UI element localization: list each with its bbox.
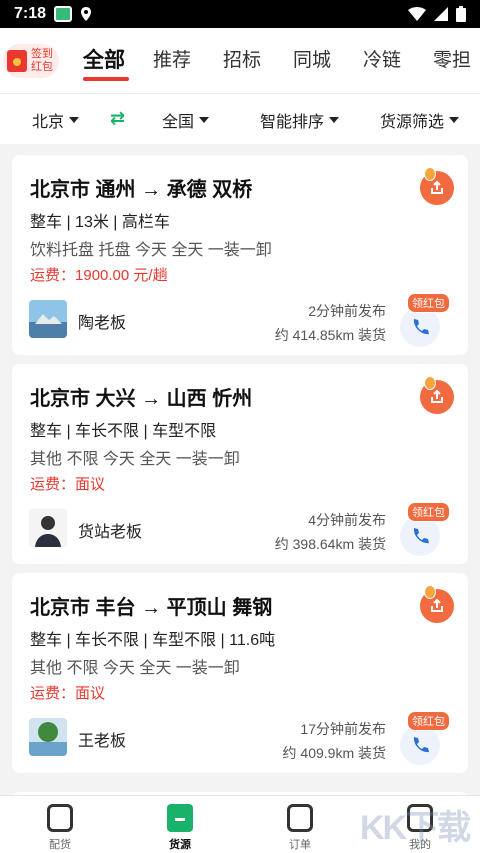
- destination-filter[interactable]: 全国: [162, 108, 210, 132]
- chevron-down-icon: [329, 117, 340, 123]
- route-title: 北京市 通州 → 承德 双桥: [30, 179, 253, 201]
- signin-redpacket-button[interactable]: 签到红包: [3, 43, 59, 78]
- chevron-down-icon: [449, 117, 460, 123]
- cargo-card[interactable]: 北京市 通州 → 承德 双桥 整车 | 13米 | 高栏车 饮料托盘 托盘 今天…: [12, 155, 468, 355]
- route-title: 北京市 丰台 → 平顶山 舞钢: [30, 597, 273, 619]
- chevron-down-icon: [199, 117, 210, 123]
- owner-name: 陶老板: [78, 315, 127, 332]
- owner-name: 货站老板: [78, 524, 143, 541]
- avatar: [29, 718, 67, 756]
- sort-label: 智能排序: [260, 114, 325, 131]
- tab-same-city[interactable]: 同城: [293, 41, 363, 81]
- share-icon[interactable]: [420, 585, 454, 623]
- order-icon: [287, 804, 313, 832]
- tab-ltl[interactable]: 零担: [433, 41, 480, 81]
- tab-all[interactable]: 全部: [83, 41, 153, 81]
- location-icon: [81, 7, 92, 21]
- tab-recommended[interactable]: 推荐: [153, 41, 223, 81]
- freight-fee: 运费：面议: [30, 685, 106, 702]
- phone-icon[interactable]: [400, 725, 440, 765]
- tab-bidding[interactable]: 招标: [223, 41, 293, 81]
- origin-filter[interactable]: 北京: [32, 108, 80, 132]
- distance: 约 398.64km 装货: [274, 536, 386, 552]
- posted-time: 2分钟前发布: [308, 303, 386, 319]
- posted-time: 4分钟前发布: [308, 512, 386, 528]
- category-tab-bar: 签到红包 全部 推荐 招标 同城 冷链 零担: [0, 28, 480, 94]
- vehicle-spec: 整车 | 车长不限 | 车型不限 | 11.6吨: [30, 632, 276, 649]
- redpacket-badge[interactable]: 领红包: [407, 293, 450, 313]
- cargo-box-icon: [167, 804, 193, 832]
- goods-info: 其他 不限 今天 全天 一装一卸: [30, 451, 240, 468]
- share-icon[interactable]: [420, 167, 454, 205]
- cargo-filter[interactable]: 货源筛选: [380, 108, 460, 132]
- tab-cold-chain[interactable]: 冷链: [363, 41, 433, 81]
- share-icon[interactable]: [420, 376, 454, 414]
- watermark: KK下载: [360, 809, 471, 847]
- swap-route-icon[interactable]: ⇄: [110, 108, 125, 129]
- destination-label: 全国: [162, 114, 195, 131]
- nav-dispatch[interactable]: 配货: [0, 796, 120, 853]
- signin-label: 签到红包: [31, 47, 53, 73]
- goods-info: 饮料托盘 托盘 今天 全天 一装一卸: [30, 242, 272, 259]
- status-time: 7:18: [14, 5, 47, 22]
- nav-label: 订单: [289, 839, 311, 851]
- distance: 约 409.9km 装货: [282, 745, 386, 761]
- red-envelope-icon: [7, 49, 27, 72]
- route-title: 北京市 大兴 → 山西 忻州: [30, 388, 253, 410]
- battery-icon: [456, 6, 466, 22]
- wifi-icon: [408, 7, 426, 21]
- chevron-down-icon: [69, 117, 80, 123]
- phone-icon[interactable]: [400, 516, 440, 556]
- filter-bar: 北京 ⇄ 全国 智能排序 货源筛选: [0, 94, 480, 144]
- vehicle-spec: 整车 | 车长不限 | 车型不限: [30, 423, 217, 440]
- cargo-filter-label: 货源筛选: [380, 114, 445, 131]
- phone-icon[interactable]: [400, 307, 440, 347]
- goods-info: 其他 不限 今天 全天 一装一卸: [30, 660, 240, 677]
- nav-label: 货源: [169, 839, 191, 851]
- origin-label: 北京: [32, 114, 65, 131]
- cargo-card[interactable]: 北京市 大兴 → 山西 忻州 整车 | 车长不限 | 车型不限 其他 不限 今天…: [12, 364, 468, 564]
- signal-icon: [434, 7, 448, 21]
- owner-name: 王老板: [78, 733, 127, 750]
- sort-filter[interactable]: 智能排序: [260, 108, 340, 132]
- vehicle-spec: 整车 | 13米 | 高栏车: [30, 214, 170, 231]
- avatar: [29, 300, 67, 338]
- freight-fee: 运费：面议: [30, 476, 106, 493]
- redpacket-badge[interactable]: 领红包: [407, 502, 450, 522]
- posted-time: 17分钟前发布: [300, 721, 386, 737]
- freight-fee: 运费：1900.00 元/趟: [30, 267, 168, 284]
- nav-orders[interactable]: 订单: [240, 796, 360, 853]
- avatar: [29, 509, 67, 547]
- tabs: 全部 推荐 招标 同城 冷链 零担: [83, 41, 480, 81]
- status-bar: 7:18: [0, 0, 480, 28]
- truck-icon: [47, 804, 73, 832]
- app-notification-icon: [54, 6, 73, 22]
- nav-label: 配货: [49, 839, 71, 851]
- cargo-card[interactable]: 北京市 丰台 → 平顶山 舞钢 整车 | 车长不限 | 车型不限 | 11.6吨…: [12, 573, 468, 773]
- nav-cargo[interactable]: 货源: [120, 796, 240, 853]
- distance: 约 414.85km 装货: [274, 327, 386, 343]
- redpacket-badge[interactable]: 领红包: [407, 711, 450, 731]
